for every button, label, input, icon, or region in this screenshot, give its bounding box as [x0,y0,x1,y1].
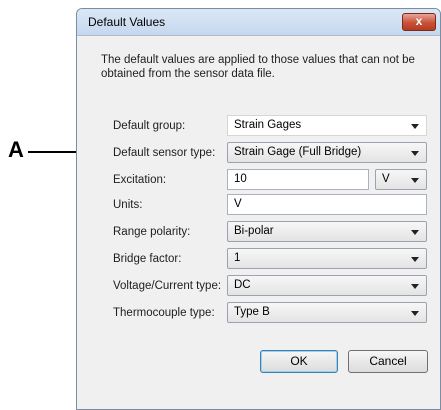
default-group-select[interactable]: Strain Gages [227,115,427,136]
voltage-current-type-value: DC [234,279,251,291]
chevron-down-icon [411,230,419,235]
excitation-label: Excitation: [113,174,167,186]
units-input[interactable]: V [227,194,427,215]
title-bar: Default Values x [77,9,440,36]
voltage-current-type-label: Voltage/Current type: [113,280,222,292]
range-polarity-label: Range polarity: [113,226,191,238]
close-button[interactable]: x [402,13,436,31]
thermocouple-type-value: Type B [234,306,270,318]
dialog-title: Default Values [88,15,166,29]
screenshot: A Default Values x The default values ar… [0,0,441,410]
chevron-down-icon [411,124,419,129]
units-label: Units: [113,199,143,211]
thermocouple-type-select[interactable]: Type B [227,302,427,323]
excitation-input[interactable]: 10 [227,169,369,190]
default-group-value: Strain Gages [234,119,302,131]
default-sensor-type-label: Default sensor type: [113,147,216,159]
close-icon: x [415,14,423,28]
bridge-factor-select[interactable]: 1 [227,248,427,269]
chevron-down-icon [411,284,419,289]
bridge-factor-label: Bridge factor: [113,253,182,265]
range-polarity-value: Bi-polar [234,225,274,237]
default-sensor-type-value: Strain Gage (Full Bridge) [234,146,362,158]
chevron-down-icon [411,178,419,183]
description-text: The default values are applied to those … [101,54,415,80]
callout-letter: A [8,137,24,162]
chevron-down-icon [411,257,419,262]
default-group-label: Default group: [113,120,186,132]
chevron-down-icon [411,151,419,156]
units-value: V [234,198,242,210]
excitation-unit-value: V [382,173,390,185]
cancel-button[interactable]: Cancel [348,350,428,373]
ok-button[interactable]: OK [260,350,338,373]
excitation-unit-select[interactable]: V [375,169,427,190]
range-polarity-select[interactable]: Bi-polar [227,221,427,242]
excitation-value: 10 [234,173,247,185]
voltage-current-type-select[interactable]: DC [227,275,427,296]
default-sensor-type-select[interactable]: Strain Gage (Full Bridge) [227,142,427,163]
bridge-factor-value: 1 [234,252,241,264]
default-values-dialog: Default Values x The default values are … [76,8,441,410]
chevron-down-icon [411,311,419,316]
thermocouple-type-label: Thermocouple type: [113,307,215,319]
